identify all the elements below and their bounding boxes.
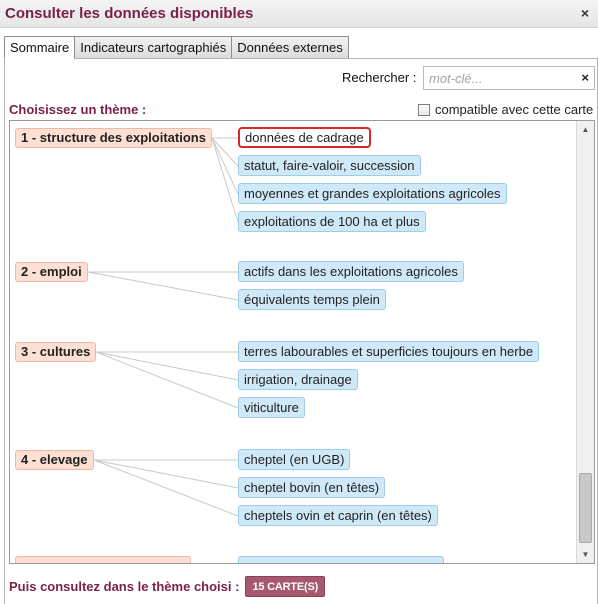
footer: Puis consultez dans le thème choisi : 15… [9, 576, 326, 597]
sub-theme-item[interactable]: irrigation, drainage [238, 369, 358, 390]
compat-filter: compatible avec cette carte [418, 102, 593, 117]
tree-link [211, 137, 239, 223]
search-input[interactable] [424, 67, 574, 89]
tree-link [95, 351, 239, 381]
theme-item[interactable]: 4 - elevage [15, 450, 94, 470]
tab-indicateurs-cartographies[interactable]: Indicateurs cartographiés [74, 36, 233, 59]
sub-theme-item[interactable]: exploitations de 100 ha et plus [238, 211, 426, 232]
sub-theme-item[interactable]: terres labourables et superficies toujou… [238, 341, 540, 362]
window-title: Consulter les données disponibles [5, 5, 254, 22]
sub-theme-item-selected[interactable]: données de cadrage [238, 127, 371, 148]
scroll-up-icon[interactable]: ▲ [577, 121, 594, 138]
window-titlebar: Consulter les données disponibles × [0, 0, 598, 28]
theme-tree-frame: 1 - structure des exploitations données d… [9, 120, 595, 564]
theme-item[interactable]: 2 - emploi [15, 262, 88, 282]
compat-label: compatible avec cette carte [435, 102, 594, 117]
sub-theme-item[interactable]: cheptels ovin et caprin (en têtes) [238, 505, 438, 526]
cartes-button[interactable]: 15 CARTE(S) [245, 576, 326, 597]
sub-theme-item-partial [238, 556, 444, 563]
sub-theme-item[interactable]: statut, faire-valoir, succession [238, 155, 421, 176]
sub-theme-item[interactable]: équivalents temps plein [238, 289, 386, 310]
sub-theme-item[interactable]: moyennes et grandes exploitations agrico… [238, 183, 507, 204]
sub-theme-item[interactable]: cheptel (en UGB) [238, 449, 351, 470]
choose-theme-label: Choisissez un thème : [9, 102, 147, 117]
tree-link [87, 271, 239, 301]
tab-sommaire[interactable]: Sommaire [4, 36, 76, 59]
clear-search-icon[interactable]: × [581, 70, 589, 85]
scroll-down-icon[interactable]: ▼ [577, 546, 594, 563]
tree-link [95, 351, 239, 409]
search-label: Rechercher : [342, 70, 417, 85]
search-box: × [423, 66, 595, 90]
compat-checkbox[interactable] [418, 103, 430, 116]
tree-scrollbar[interactable]: ▲ ▼ [576, 121, 594, 563]
theme-item[interactable]: 1 - structure des exploitations [15, 128, 212, 148]
tab-bar: Sommaire Indicateurs cartographiés Donné… [4, 36, 349, 59]
sub-theme-item[interactable]: viticulture [238, 397, 305, 418]
tree-link [93, 459, 239, 517]
theme-item[interactable]: 3 - cultures [15, 342, 97, 362]
scrollbar-thumb[interactable] [579, 473, 592, 543]
close-icon[interactable]: × [581, 5, 589, 21]
tree-link [211, 137, 239, 195]
footer-label: Puis consultez dans le thème choisi : [9, 579, 240, 594]
theme-item-partial [15, 556, 191, 563]
tree-link [93, 459, 239, 489]
sub-theme-item[interactable]: actifs dans les exploitations agricoles [238, 261, 464, 282]
theme-tree: 1 - structure des exploitations données d… [10, 121, 576, 563]
tab-donnees-externes[interactable]: Données externes [231, 36, 349, 59]
sub-theme-item[interactable]: cheptel bovin (en têtes) [238, 477, 386, 498]
